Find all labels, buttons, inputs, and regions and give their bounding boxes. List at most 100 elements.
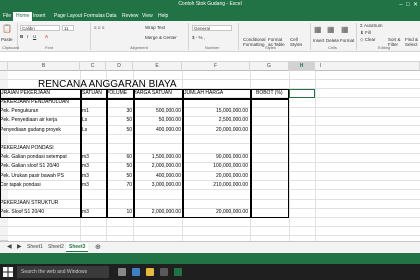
font-size-select[interactable]: 11 xyxy=(62,25,74,31)
insert-cells-icon[interactable]: ▦ xyxy=(314,25,322,34)
find-select-button[interactable]: Find & Select xyxy=(405,37,419,47)
cell-description[interactable]: Cor tapak pondasi xyxy=(0,181,80,190)
cell-unit[interactable]: m3 xyxy=(82,153,106,162)
column-header[interactable]: C xyxy=(80,62,106,71)
cell-volume[interactable]: 30 xyxy=(106,107,132,116)
bold-button[interactable]: B xyxy=(20,34,23,39)
cell-description[interactable]: Pek. Penyediaan air kerja xyxy=(0,116,80,125)
column-heading-cell[interactable]: JUMLAH HARGA xyxy=(184,89,223,98)
column-header[interactable]: F xyxy=(182,62,250,71)
fill-button[interactable]: ⬇ Fill xyxy=(360,30,371,36)
cell-unit[interactable]: m3 xyxy=(82,162,106,171)
close-icon[interactable]: ✕ xyxy=(413,2,418,8)
column-heading-cell[interactable]: BOBOT (%) xyxy=(256,89,283,98)
store-icon[interactable] xyxy=(160,268,168,276)
cell-volume[interactable]: 50 xyxy=(106,126,132,135)
cell-description[interactable]: Pek. Sloof S1 20/40 xyxy=(0,208,80,217)
section-heading-cell[interactable]: PEKERJAAN PENDAHULUAN xyxy=(0,98,80,107)
spreadsheet-grid[interactable]: RENCANA ANGGARAN BIAYA URAIAN PEKERJAAN S… xyxy=(0,71,420,246)
cell-total-price[interactable]: 20,000,000.00 xyxy=(184,208,248,217)
column-heading-cell[interactable]: URAIAN PEKERJAAN xyxy=(0,89,50,98)
cell-total-price[interactable]: 20,000,000.00 xyxy=(184,126,248,135)
paste-icon[interactable]: 📋 xyxy=(2,24,12,33)
selected-cell[interactable] xyxy=(289,88,315,98)
cell-unit[interactable]: m3 xyxy=(82,208,106,217)
column-header[interactable]: E xyxy=(133,62,182,71)
cell-description[interactable]: Pek. Pengukuran xyxy=(0,107,80,116)
merge-center-button[interactable]: Merge & Center xyxy=(145,35,177,40)
tab-data[interactable]: Data xyxy=(106,13,117,19)
tab-home[interactable]: Home xyxy=(13,12,33,21)
tab-view[interactable]: View xyxy=(142,13,153,19)
windows-start-icon[interactable] xyxy=(3,267,13,277)
section-heading-cell[interactable]: PEKERJAAN STRUKTUR xyxy=(0,199,80,208)
wrap-text-button[interactable]: Wrap Text xyxy=(145,25,165,30)
cell-unit[interactable]: Ls xyxy=(82,126,106,135)
column-header[interactable]: H xyxy=(289,62,315,71)
cell-unit-price[interactable]: 500,000.00 xyxy=(133,107,181,116)
cell-unit-price[interactable]: 2,000,000.00 xyxy=(133,162,181,171)
cell-total-price[interactable]: 15,000,000.00 xyxy=(184,107,248,116)
cell-unit[interactable]: m3 xyxy=(82,181,106,190)
cell-volume[interactable]: 10 xyxy=(106,208,132,217)
number-format-select[interactable]: General xyxy=(192,25,232,31)
excel-icon[interactable] xyxy=(174,268,182,276)
tab-page-layout[interactable]: Page Layout xyxy=(54,13,82,19)
cell-styles-button[interactable]: Cell Styles xyxy=(290,37,306,47)
tab-help[interactable]: Help xyxy=(158,13,168,19)
font-color-icon[interactable]: A xyxy=(45,34,48,39)
column-header[interactable]: B xyxy=(8,62,80,71)
cell-unit[interactable]: m1 xyxy=(82,107,106,116)
cell-volume[interactable]: 60 xyxy=(106,153,132,162)
minimize-icon[interactable]: – xyxy=(399,2,402,8)
column-header[interactable]: I xyxy=(315,62,420,71)
sheet-tab-active[interactable]: Sheet3 xyxy=(66,243,89,252)
section-heading-cell[interactable]: PEKERJAAN PONDASI xyxy=(0,144,80,153)
cell-unit[interactable]: Ls xyxy=(82,116,106,125)
tab-formulas[interactable]: Formulas xyxy=(84,13,105,19)
sheet-tab[interactable]: Sheet1 xyxy=(24,243,46,252)
currency-icon[interactable]: $ - % , xyxy=(192,35,205,40)
cell-volume[interactable]: 50 xyxy=(106,162,132,171)
cell-unit-price[interactable]: 2,000,000.00 xyxy=(133,208,181,217)
conditional-formatting-button[interactable]: Conditional Formatting xyxy=(243,37,266,47)
cell-unit-price[interactable]: 400,000.00 xyxy=(133,126,181,135)
format-button[interactable]: Format xyxy=(340,38,354,43)
delete-cells-icon[interactable]: ▦ xyxy=(327,25,335,34)
column-heading-cell[interactable]: HARGA SATUAN xyxy=(133,89,172,98)
add-sheet-icon[interactable]: ⊕ xyxy=(92,243,104,252)
cell-description[interactable]: Pek. Galian sloof S1 20/40 xyxy=(0,162,80,171)
delete-button[interactable]: Delete xyxy=(326,38,339,43)
cell-volume[interactable]: 50 xyxy=(106,116,132,125)
paste-button[interactable]: Paste xyxy=(1,37,13,42)
clear-button[interactable]: ◇ Clear xyxy=(360,37,375,43)
cell-total-price[interactable]: 210,000,000.00 xyxy=(184,181,248,190)
column-heading-cell[interactable]: SATUAN xyxy=(82,89,102,98)
italic-button[interactable]: I xyxy=(27,34,28,39)
cell-volume[interactable]: 70 xyxy=(106,181,132,190)
column-header[interactable]: G xyxy=(250,62,289,71)
cell-total-price[interactable]: 20,000,000.00 xyxy=(184,172,248,181)
cell-unit-price[interactable]: 1,500,000.00 xyxy=(133,153,181,162)
cell-description[interactable]: Pek. Urukan pasir bawah PS xyxy=(0,172,80,181)
cell-total-price[interactable]: 90,000,000.00 xyxy=(184,153,248,162)
tab-file[interactable]: File xyxy=(3,13,11,19)
maximize-icon[interactable]: □ xyxy=(406,2,410,8)
cell-description[interactable]: Penyediaan gudang proyek xyxy=(0,126,80,135)
column-heading-cell[interactable]: VOLUME xyxy=(106,89,127,98)
font-name-select[interactable]: Calibri xyxy=(20,25,60,31)
cell-volume[interactable]: 50 xyxy=(106,172,132,181)
format-cells-icon[interactable]: ▦ xyxy=(341,25,349,34)
cell-unit-price[interactable]: 50,000.00 xyxy=(133,116,181,125)
file-explorer-icon[interactable] xyxy=(146,268,154,276)
tab-review[interactable]: Review xyxy=(122,13,138,19)
formula-bar[interactable] xyxy=(0,52,420,62)
column-header[interactable]: D xyxy=(106,62,133,71)
autosum-button[interactable]: Σ AutoSum xyxy=(360,23,383,28)
task-view-icon[interactable] xyxy=(118,268,126,276)
sheet-tab[interactable]: Sheet2 xyxy=(45,243,67,252)
align-icon[interactable]: ≡ ≡ ≡ xyxy=(94,25,104,30)
underline-button[interactable]: U xyxy=(33,34,36,39)
cell-total-price[interactable]: 2,500,000.00 xyxy=(184,116,248,125)
cell-description[interactable]: Pek. Galian pondasi setempat xyxy=(0,153,80,162)
